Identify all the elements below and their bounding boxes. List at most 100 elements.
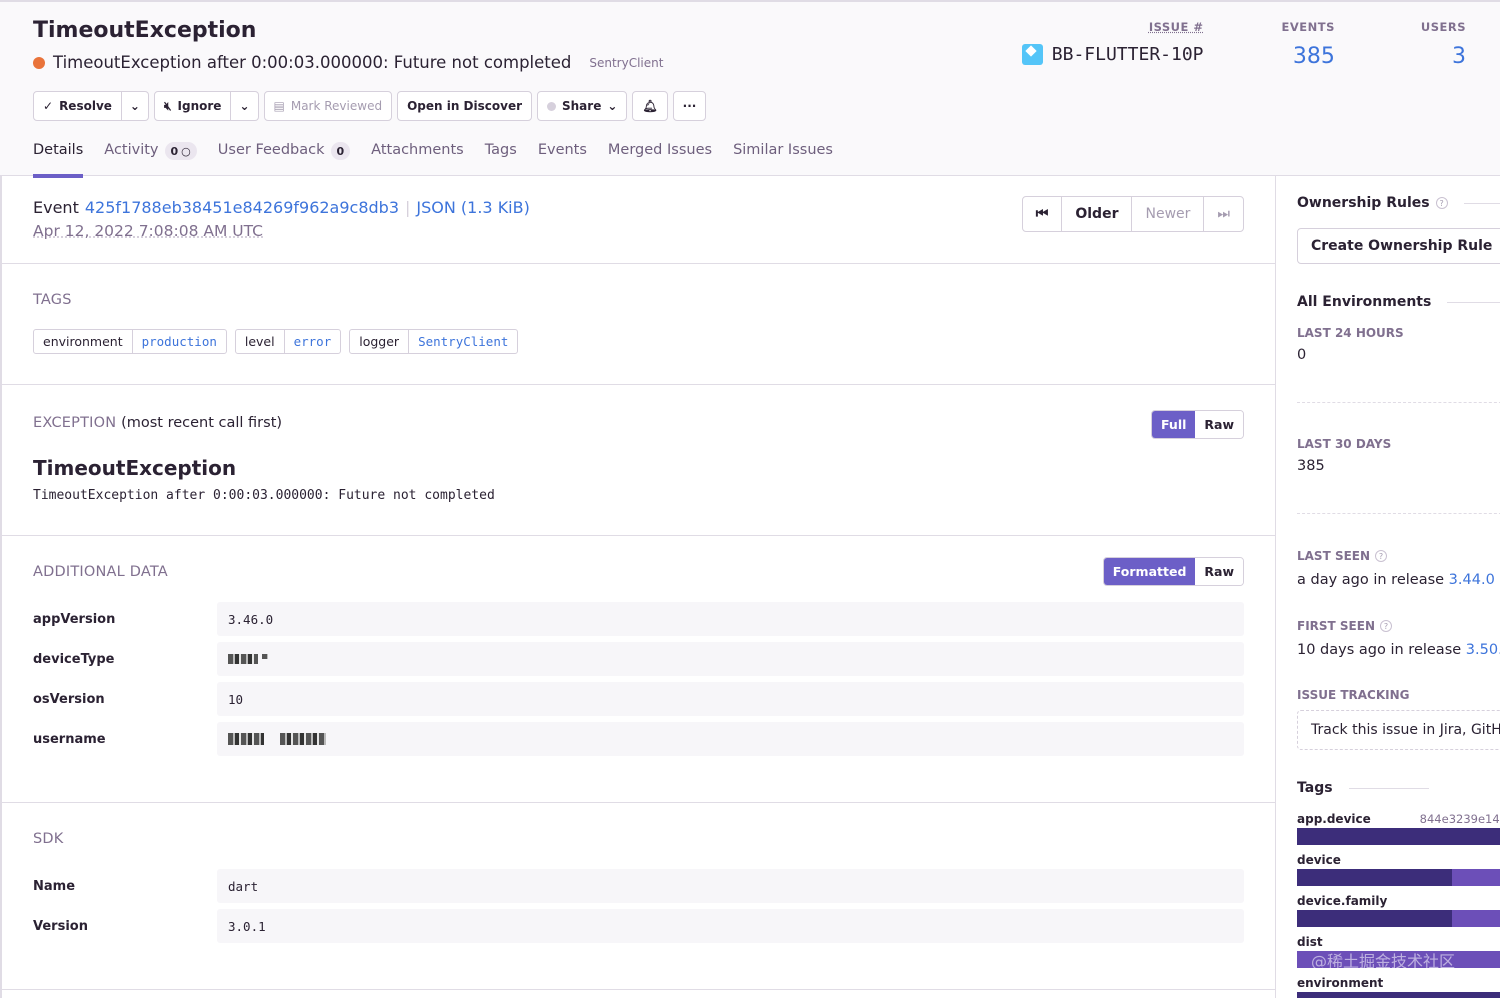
tag-value[interactable]: SentryClient [409,330,517,353]
question-icon[interactable]: ? [1380,620,1392,632]
tab-events[interactable]: Events [538,142,587,178]
sdk-section: SDK Name dart Version 3.0.1 [2,803,1276,990]
issue-tracking-box[interactable]: Track this issue in Jira, GitH [1297,710,1500,750]
formatted-toggle-button[interactable]: Formatted [1103,558,1196,585]
more-actions-button[interactable]: ··· [672,91,707,121]
tab-label: Activity [104,142,159,158]
tab-activity[interactable]: Activity 0 ○ [104,142,197,178]
tab-attachments[interactable]: Attachments [371,142,464,178]
exception-type: TimeoutException [33,456,237,480]
events-count[interactable]: 385 [1282,44,1335,69]
kv-value-redacted [217,722,1244,756]
issue-actions: ✓ Resolve ⌄ 🔇︎ Ignore ⌄ ▤ Mark Reviewed … [33,91,707,121]
open-in-discover-button[interactable]: Open in Discover [397,91,532,121]
last-seen-release-link[interactable]: 3.44.0 (24 [1449,572,1500,588]
issue-title: TimeoutException [33,18,257,43]
older-event-button[interactable]: Older [1062,197,1133,231]
sdk-title: SDK [33,831,64,847]
tag-distribution-bar[interactable] [1297,869,1500,886]
newest-event-button[interactable]: ⏭︎ [1204,197,1243,231]
json-link[interactable]: JSON (1.3 KiB) [416,198,529,217]
tab-merged-issues[interactable]: Merged Issues [608,142,712,178]
question-icon[interactable]: ? [1435,197,1448,209]
issue-number-stat: ISSUE # BB-FLUTTER-10P [1021,20,1204,69]
first-seen-release-link[interactable]: 3.50.0 ( [1466,642,1500,658]
user-feedback-count-badge: 0 [330,142,351,160]
tab-details[interactable]: Details [33,142,84,178]
additional-data-section: ADDITIONAL DATA Formatted Raw appVersion… [2,536,1276,803]
comment-icon: ○ [181,144,191,158]
mark-reviewed-button[interactable]: ▤ Mark Reviewed [263,91,393,121]
issue-header: TimeoutException TimeoutException after … [0,0,1500,178]
tag-distribution-key: dist [1297,935,1323,949]
kv-key: appVersion [33,611,116,627]
tag-key: environment [34,330,133,353]
event-label: Event [33,198,79,217]
users-count[interactable]: 3 [1421,44,1466,69]
chevron-down-icon: ⌄ [607,99,618,113]
tag-distribution-bar[interactable] [1297,992,1500,998]
share-status-dot [547,101,556,111]
tag-distribution-header: device.family [1297,894,1500,908]
tab-label: User Feedback [217,142,325,158]
share-button[interactable]: Share ⌄ [537,91,628,121]
exception-section-title: EXCEPTION (most recent call first) [33,415,282,431]
tab-label: Tags [484,142,517,158]
tag-pill[interactable]: level error [234,329,342,354]
event-id-link[interactable]: 425f1788eb38451e84269f962a9c8db3 [85,198,399,217]
environments-heading[interactable]: All Environments [1297,294,1500,310]
release-prefix: in release [1373,572,1445,588]
chevron-down-icon: ⌄ [239,99,250,113]
tab-tags[interactable]: Tags [485,142,517,178]
tag-distribution-key: environment [1297,976,1384,990]
exception-title-text: EXCEPTION [33,415,117,431]
tag-distribution-header: app.device 844e3239e144 [1297,812,1500,826]
mute-icon: 🔇︎ [163,99,172,113]
question-icon[interactable]: ? [1375,550,1388,562]
tag-distribution[interactable]: environment [1297,976,1500,998]
kv-value: 3.0.1 [217,909,1244,943]
raw-toggle-button[interactable]: Raw [1195,411,1243,438]
tag-distribution[interactable]: device [1297,853,1500,886]
tag-key: logger [350,330,410,353]
kv-row: osVersion 10 [33,682,1244,716]
full-toggle-button[interactable]: Full [1152,411,1196,438]
ignore-button[interactable]: 🔇︎ Ignore [153,91,232,121]
oldest-event-button[interactable]: ⏮︎ [1023,197,1063,231]
tag-pill[interactable]: logger SentryClient [349,329,519,354]
newer-event-button[interactable]: Newer [1132,197,1205,231]
tag-distribution-bar[interactable] [1297,828,1500,845]
last-seen-time: a day ago [1297,572,1369,588]
tag-distribution-header: environment [1297,976,1500,990]
issue-short-id: BB-FLUTTER-10P [1051,44,1204,65]
resolve-dropdown-button[interactable]: ⌄ [121,91,149,121]
events-stat: EVENTS 385 [1282,20,1335,69]
create-ownership-rule-button[interactable]: Create Ownership Rule [1297,228,1500,264]
issue-number-value[interactable]: BB-FLUTTER-10P [1021,44,1204,65]
ignore-button-group: 🔇︎ Ignore ⌄ [153,91,259,121]
tab-user-feedback[interactable]: User Feedback 0 [217,142,351,178]
tab-label: Details [33,142,84,158]
kv-row: username [33,722,1244,756]
subscribe-button[interactable]: 🔔︎ [632,91,668,121]
last-seen-value: a day ago in release 3.44.0 (24 [1297,572,1500,588]
users-stat: USERS 3 [1421,20,1466,69]
last-30-days-label: LAST 30 DAYS [1297,437,1392,451]
raw-toggle-button[interactable]: Raw [1195,558,1243,585]
tag-key: level [236,330,285,353]
tag-distribution[interactable]: app.device 844e3239e144 [1297,812,1500,845]
tag-distribution-key: device.family [1297,894,1388,908]
tag-distribution-bar[interactable] [1297,910,1500,927]
additional-data-title: ADDITIONAL DATA [33,564,168,580]
tag-pill[interactable]: environment production [33,329,227,354]
tag-value[interactable]: error [285,330,341,353]
tag-value[interactable]: production [133,330,226,353]
last-24-hours-value: 0 [1297,347,1307,363]
exception-view-toggle: Full Raw [1151,410,1244,439]
ignore-dropdown-button[interactable]: ⌄ [231,91,259,121]
ellipsis-icon: ··· [682,99,697,113]
tag-distribution[interactable]: device.family [1297,894,1500,927]
resolve-button[interactable]: ✓ Resolve [33,91,122,121]
chart-baseline [1297,402,1500,403]
tab-similar-issues[interactable]: Similar Issues [733,142,833,178]
